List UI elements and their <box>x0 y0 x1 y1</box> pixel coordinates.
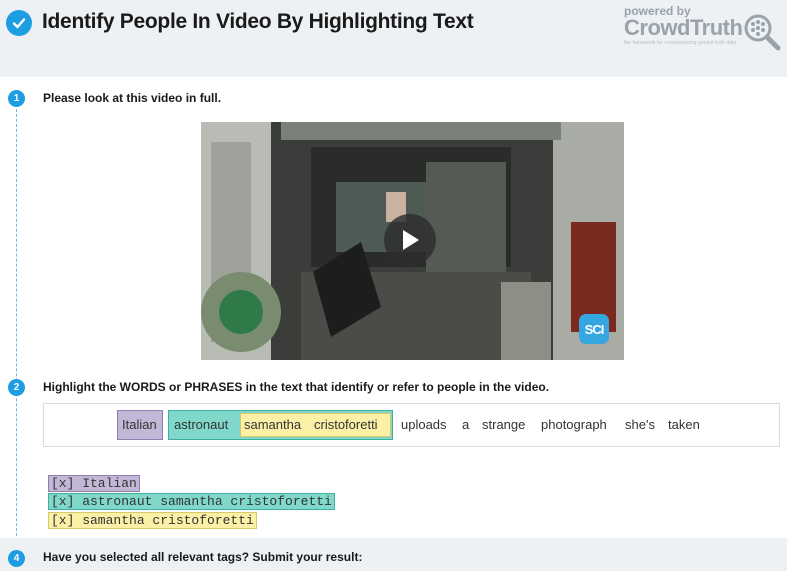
selected-tag[interactable]: [x] samantha cristoforetti <box>48 512 257 529</box>
crowdtruth-brand: powered by CrowdTruth the framework for … <box>622 4 784 52</box>
token-word[interactable]: a <box>462 417 469 432</box>
sci-channel-logo: SCI <box>579 314 609 344</box>
token-word[interactable]: samantha <box>244 417 301 432</box>
page-title: Identify People In Video By Highlighting… <box>42 10 474 33</box>
step-1-instruction: Please look at this video in full. <box>43 91 222 105</box>
token-word[interactable]: she's <box>625 417 655 432</box>
highlight-text-area[interactable]: Italian astronaut samantha cristoforetti… <box>43 403 780 447</box>
brand-tagline: the framework for crowdsourcing ground t… <box>624 40 736 46</box>
steps-timeline <box>16 99 17 571</box>
play-icon <box>403 230 419 250</box>
brand-name: CrowdTruth <box>624 15 743 40</box>
magnifier-logo-icon <box>744 14 781 51</box>
task-header: Identify People In Video By Highlighting… <box>0 0 787 77</box>
play-button[interactable] <box>384 214 436 266</box>
token-word[interactable]: astronaut <box>174 417 228 432</box>
selected-tag[interactable]: [x] Italian <box>48 475 140 492</box>
step-4-badge: 4 <box>8 550 25 567</box>
token-word[interactable]: photograph <box>541 417 607 432</box>
check-icon <box>6 10 32 36</box>
step-1-badge: 1 <box>8 90 25 107</box>
selected-tag[interactable]: [x] astronaut samantha cristoforetti <box>48 493 335 510</box>
token-word[interactable]: taken <box>668 417 700 432</box>
token-word[interactable]: cristoforetti <box>314 417 378 432</box>
step-4-instruction: Have you selected all relevant tags? Sub… <box>43 550 363 564</box>
token-word[interactable]: Italian <box>122 417 157 432</box>
token-word[interactable]: uploads <box>401 417 447 432</box>
step-2-instruction: Highlight the WORDS or PHRASES in the te… <box>43 380 550 394</box>
token-word[interactable]: strange <box>482 417 525 432</box>
video-player[interactable]: SCI <box>201 122 624 360</box>
step-2-badge: 2 <box>8 379 25 396</box>
